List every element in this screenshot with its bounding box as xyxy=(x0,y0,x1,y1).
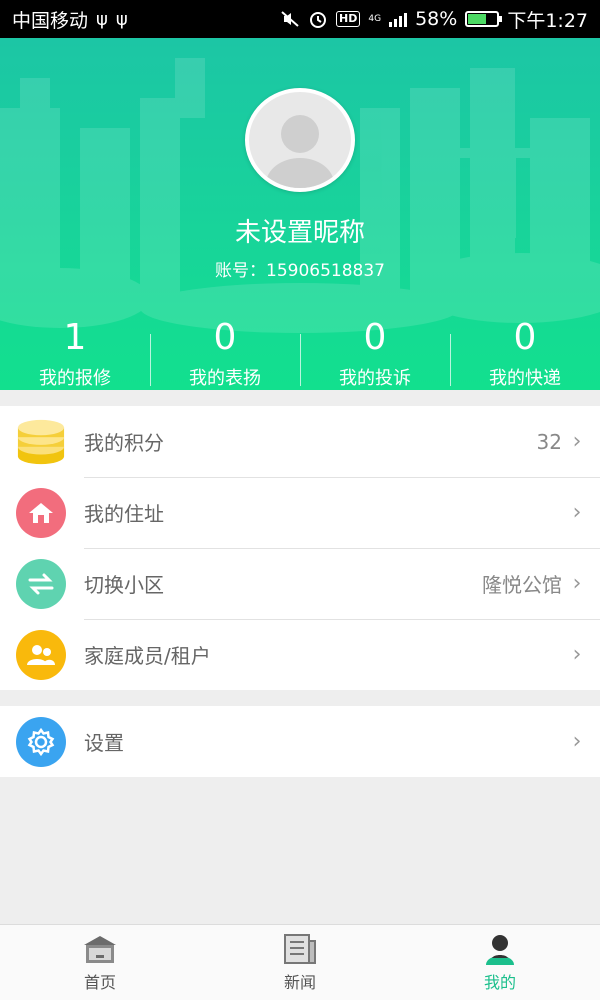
mute-icon xyxy=(281,11,299,27)
usb-icon: ψ xyxy=(96,8,108,30)
account-number: 账号：15906518837 xyxy=(215,261,385,281)
signal-icon xyxy=(389,11,408,27)
menu-group-settings: 设置 › xyxy=(0,706,600,777)
usb-icon: ψ xyxy=(115,8,128,30)
menu-item-settings[interactable]: 设置 › xyxy=(0,706,600,777)
alarm-icon xyxy=(310,12,327,28)
clock: 下午1:27 xyxy=(507,9,588,32)
stat-label: 我的报修 xyxy=(39,368,111,389)
menu-label: 家庭成员/租户 xyxy=(84,644,211,668)
battery-percent: 58% xyxy=(415,8,458,30)
stat-repairs[interactable]: 1 我的报修 xyxy=(0,316,150,390)
profile-header: 未设置昵称 账号：15906518837 1 我的报修 0 我的表扬 0 我的投… xyxy=(0,38,600,390)
swap-icon xyxy=(16,558,66,609)
tab-me[interactable]: 我的 xyxy=(400,925,600,1000)
stat-count: 0 xyxy=(213,317,237,358)
stat-complaints[interactable]: 0 我的投诉 xyxy=(300,316,450,390)
stat-label: 我的表扬 xyxy=(189,368,261,389)
carrier-label: 中国移动 xyxy=(12,9,89,32)
stat-deliveries[interactable]: 0 我的快递 xyxy=(450,316,600,390)
nickname[interactable]: 未设置昵称 xyxy=(0,212,600,249)
chevron-right-icon: › xyxy=(572,429,582,454)
news-icon xyxy=(284,934,316,964)
hd-badge: HD xyxy=(336,11,361,27)
stat-label: 我的快递 xyxy=(489,368,561,389)
chevron-right-icon: › xyxy=(572,642,582,667)
stat-count: 0 xyxy=(513,317,537,358)
chevron-right-icon: › xyxy=(572,571,582,596)
community-value: 隆悦公馆 xyxy=(482,573,562,597)
chevron-right-icon: › xyxy=(572,500,582,525)
avatar[interactable] xyxy=(245,88,355,192)
menu-item-family[interactable]: 家庭成员/租户 › xyxy=(0,619,600,690)
battery-icon xyxy=(465,11,503,27)
menu-label: 我的积分 xyxy=(84,431,164,455)
stat-count: 1 xyxy=(63,317,87,358)
gear-icon xyxy=(16,716,66,767)
stat-praise[interactable]: 0 我的表扬 xyxy=(150,316,300,390)
tab-label: 新闻 xyxy=(283,973,316,992)
network-type: 4G xyxy=(368,13,382,24)
tab-label: 首页 xyxy=(83,973,116,992)
tab-home[interactable]: 首页 xyxy=(0,925,200,1000)
menu-item-address[interactable]: 我的住址 › xyxy=(0,477,600,548)
menu-label: 我的住址 xyxy=(84,502,164,526)
stat-label: 我的投诉 xyxy=(339,368,411,389)
menu-group-main: 我的积分 32 › 我的住址 › 切换小区 隆悦公馆 › 家庭成员/租户 › xyxy=(0,406,600,690)
menu-item-points[interactable]: 我的积分 32 › xyxy=(0,406,600,477)
people-icon xyxy=(16,629,66,680)
menu-label: 切换小区 xyxy=(84,573,164,597)
home-icon xyxy=(16,487,66,538)
user-icon xyxy=(486,935,514,965)
tab-label: 我的 xyxy=(483,973,516,992)
chevron-right-icon: › xyxy=(572,729,582,754)
menu-item-switch-community[interactable]: 切换小区 隆悦公馆 › xyxy=(0,548,600,619)
default-avatar-icon xyxy=(266,115,334,188)
coins-icon xyxy=(16,417,66,467)
bottom-nav: 首页 新闻 我的 xyxy=(0,924,600,1000)
menu-label: 设置 xyxy=(84,731,124,755)
status-bar: 中国移动 ψ ψ HD 4G 58% 下午1:27 xyxy=(0,0,600,38)
stat-count: 0 xyxy=(363,317,387,358)
home-nav-icon xyxy=(84,936,116,963)
tab-news[interactable]: 新闻 xyxy=(200,925,400,1000)
stats-bar: 1 我的报修 0 我的表扬 0 我的投诉 0 我的快递 xyxy=(0,316,600,390)
points-value: 32 xyxy=(536,429,562,454)
